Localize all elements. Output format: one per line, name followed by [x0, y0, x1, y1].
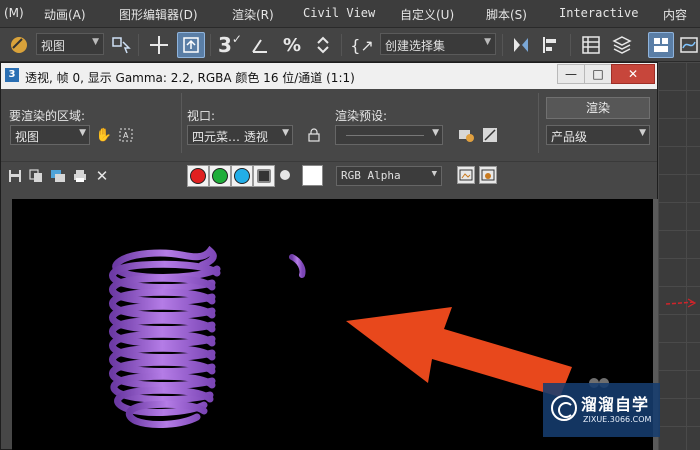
area-dropdown[interactable]: 视图 ▼: [10, 125, 90, 145]
chevron-down-icon: ▼: [432, 128, 439, 138]
move-icon[interactable]: [146, 32, 172, 58]
selection-set-dropdown[interactable]: 创建选择集 ▼: [380, 33, 496, 55]
preset-empty-line: [346, 135, 424, 136]
close-button[interactable]: ✕: [611, 64, 655, 84]
scene-explorer-icon[interactable]: [578, 32, 604, 58]
toolbar-separator: [570, 34, 571, 56]
curve-editor-icon[interactable]: [678, 32, 700, 58]
select-object-icon[interactable]: [177, 32, 205, 58]
lock-icon[interactable]: [305, 126, 323, 144]
svg-text:A: A: [123, 131, 129, 140]
main-menu-bar: (M) 动画(A) 图形编辑器(D) 渲染(R) Civil View 自定义(…: [0, 0, 700, 28]
align-icon[interactable]: [538, 32, 564, 58]
main-toolbar: 视图 ▼ 3 ✓ % {↗ 创建选择集 ▼: [0, 28, 700, 62]
maximize-button[interactable]: □: [584, 64, 612, 84]
render-quality-value: 产品级: [551, 130, 588, 144]
blue-channel-toggle[interactable]: [231, 165, 253, 187]
edit-named-selection-icon[interactable]: {↗: [347, 32, 377, 58]
area-dropdown-value: 视图: [15, 130, 40, 144]
viewport-dropdown-value: 四元菜… 透视: [192, 130, 268, 144]
clear-icon[interactable]: ✕: [93, 167, 111, 185]
snap-toggle-label: 3: [218, 33, 232, 57]
layer-explorer-icon[interactable]: [609, 32, 635, 58]
select-region-icon[interactable]: [108, 32, 134, 58]
menu-item-civil-view[interactable]: Civil View: [303, 6, 375, 20]
app-icon: 3: [5, 68, 19, 82]
toolbar-separator: [341, 34, 342, 56]
pointer-arrow: [346, 307, 572, 397]
chevron-down-icon: ▼: [431, 169, 437, 179]
selection-set-label: 创建选择集: [385, 39, 446, 53]
ribbon-toggle-icon[interactable]: [648, 32, 674, 58]
window-title: 透视, 帧 0, 显示 Gamma: 2.2, RGBA 颜色 16 位/通道 …: [25, 71, 355, 85]
display-options-icon[interactable]: [479, 166, 497, 184]
preset-label: 渲染预设:: [335, 109, 388, 123]
minimize-button[interactable]: —: [557, 64, 585, 84]
render-frame-titlebar[interactable]: 3 透视, 帧 0, 显示 Gamma: 2.2, RGBA 颜色 16 位/通…: [1, 63, 657, 89]
chevron-down-icon: ▼: [484, 37, 491, 47]
view-dropdown-label: 视图: [41, 39, 66, 53]
watermark-badge: 溜溜自学 ZIXUE.3066.COM: [543, 383, 660, 437]
menu-item-animation[interactable]: 动画(A): [44, 6, 86, 23]
toggle-overlay-icon[interactable]: [457, 166, 475, 184]
toolbar-separator: [502, 34, 503, 56]
channel-dropdown-value: RGB Alpha: [341, 169, 401, 182]
watermark-logo-icon: [551, 395, 577, 421]
watermark-subtitle: ZIXUE.3066.COM: [583, 415, 652, 424]
perspective-viewport[interactable]: [658, 62, 700, 450]
chevron-down-icon: ▼: [92, 37, 99, 47]
menu-item-rendering[interactable]: 渲染(R): [232, 6, 274, 23]
preset-dropdown[interactable]: ▼: [335, 125, 443, 145]
render-setup-icon[interactable]: [457, 126, 475, 144]
green-channel-icon: [212, 168, 228, 184]
area-label: 要渲染的区域:: [9, 109, 86, 123]
red-channel-icon: [190, 168, 206, 184]
red-channel-toggle[interactable]: [187, 165, 209, 187]
menu-item-content[interactable]: 内容: [663, 6, 687, 23]
chevron-down-icon: ▼: [639, 128, 646, 138]
print-icon[interactable]: [71, 167, 89, 185]
menu-item-interactive[interactable]: Interactive: [559, 6, 638, 20]
green-channel-toggle[interactable]: [209, 165, 231, 187]
clone-frame-icon[interactable]: [49, 167, 67, 185]
render-quality-dropdown[interactable]: 产品级 ▼: [546, 125, 650, 145]
view-dropdown[interactable]: 视图 ▼: [36, 33, 104, 55]
chevron-down-icon: ▼: [79, 128, 86, 138]
render-settings-panel: 要渲染的区域: 视图 ▼ ✋ A 视口: 四元菜… 透视 ▼ 渲染预设: ▼ 渲: [1, 89, 657, 161]
toolbar-separator: [138, 34, 139, 56]
channel-dropdown[interactable]: RGB Alpha ▼: [336, 166, 442, 186]
save-image-icon[interactable]: [6, 167, 24, 185]
percent-snap-icon[interactable]: %: [279, 32, 305, 58]
color-swatch[interactable]: [302, 165, 323, 186]
menu-item-customize[interactable]: 自定义(U): [400, 6, 454, 23]
link-icon[interactable]: [6, 32, 32, 58]
chevron-down-icon: ▼: [282, 128, 289, 138]
viewport-dropdown[interactable]: 四元菜… 透视 ▼: [187, 125, 293, 145]
alpha-channel-icon: [257, 169, 271, 183]
spring-coil: [109, 245, 306, 428]
alpha-channel-toggle[interactable]: [253, 165, 275, 187]
auto-region-icon[interactable]: A: [117, 126, 135, 144]
snap-toggle-icon[interactable]: 3 ✓: [216, 32, 244, 58]
menu-item-graph-editors[interactable]: 图形编辑器(D): [119, 6, 198, 23]
monochrome-icon[interactable]: [280, 170, 290, 180]
menu-item-scripting[interactable]: 脚本(S): [486, 6, 527, 23]
hand-icon[interactable]: ✋: [95, 126, 113, 144]
divider: [181, 93, 182, 153]
copy-image-icon[interactable]: [27, 167, 45, 185]
blue-channel-icon: [234, 168, 250, 184]
menu-item-m[interactable]: (M): [4, 6, 24, 20]
divider: [538, 93, 539, 153]
angle-snap-icon[interactable]: [247, 32, 273, 58]
mirror-icon[interactable]: [508, 32, 534, 58]
environment-icon[interactable]: [481, 126, 499, 144]
viewport-label: 视口:: [187, 109, 216, 123]
spinner-snap-icon[interactable]: [310, 32, 336, 58]
render-frame-toolbar: ✕ RGB Alpha ▼: [1, 161, 657, 189]
watermark-title: 溜溜自学: [581, 395, 650, 414]
toolbar-separator: [210, 34, 211, 56]
axis-gizmo-icon: [666, 298, 696, 308]
render-button[interactable]: 渲染: [546, 97, 650, 119]
